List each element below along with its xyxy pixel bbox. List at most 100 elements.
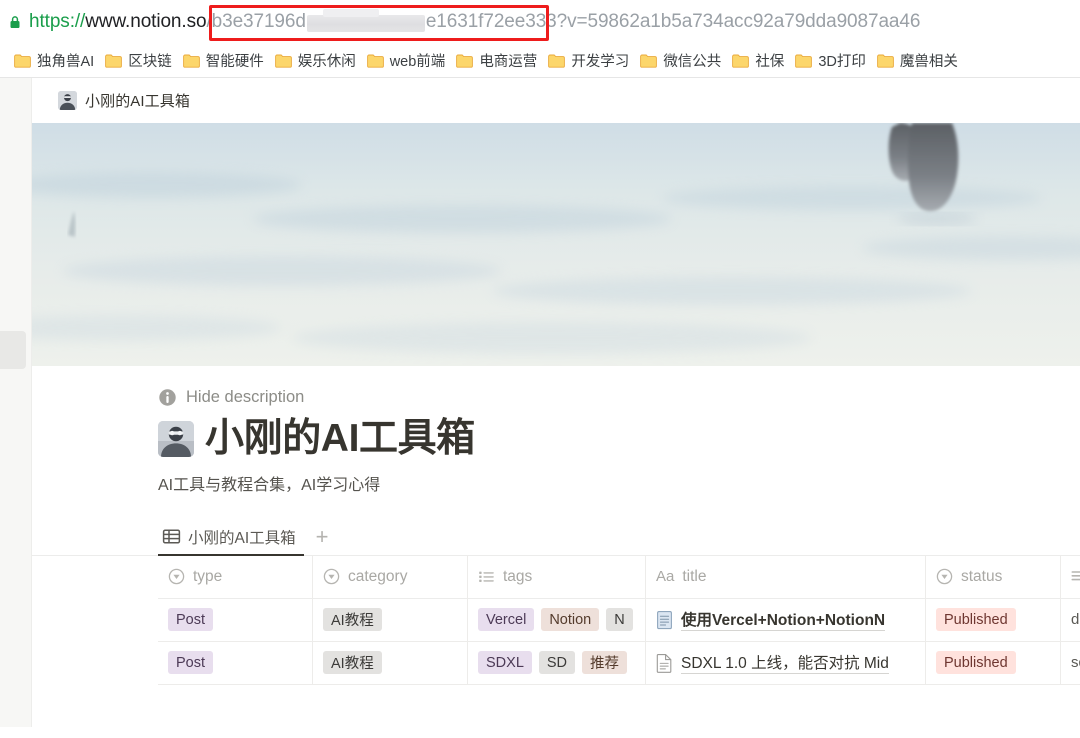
cell-status[interactable]: Published bbox=[926, 641, 1061, 684]
folder-icon bbox=[105, 54, 122, 68]
folder-icon bbox=[795, 54, 812, 68]
column-header-status[interactable]: status bbox=[926, 555, 1061, 598]
bookmarks-bar: 独角兽AI 区块链 智能硬件 娱乐休闲 web前端 电商运营 开发学习 微信公 bbox=[0, 44, 1080, 78]
column-header-label: title bbox=[682, 568, 706, 586]
tag-pill: SD bbox=[539, 651, 575, 674]
cell-tags[interactable]: Vercel Notion N bbox=[468, 598, 646, 641]
page-content-column: 小刚的AI工具箱 bbox=[32, 78, 1080, 727]
tag-pill: SDXL bbox=[478, 651, 532, 674]
bookmark-item[interactable]: 独角兽AI bbox=[10, 48, 101, 73]
column-header-label: status bbox=[961, 568, 1002, 586]
bookmark-label: 电商运营 bbox=[479, 50, 537, 71]
column-header-category[interactable]: category bbox=[313, 555, 468, 598]
collapsed-sidebar-rail[interactable] bbox=[0, 78, 32, 727]
bookmark-item[interactable]: 智能硬件 bbox=[179, 48, 271, 73]
url-redacted-segment bbox=[307, 15, 425, 32]
column-header-type[interactable]: type bbox=[158, 555, 313, 598]
bookmark-label: 区块链 bbox=[128, 50, 172, 71]
cell-tags[interactable]: SDXL SD 推荐 bbox=[468, 641, 646, 684]
table-header-row: type category bbox=[158, 556, 1080, 599]
url-query: ?v=59862a1b5a734acc92a79dda9087aa46 bbox=[557, 11, 921, 33]
bookmark-item[interactable]: web前端 bbox=[363, 48, 453, 73]
folder-icon bbox=[877, 54, 894, 68]
folder-icon bbox=[183, 54, 200, 68]
document-header: Hide description 小刚的AI工具箱 AI工具与教 bbox=[32, 366, 1080, 495]
row-last-text: diy bbox=[1071, 611, 1080, 628]
bookmark-label: web前端 bbox=[390, 50, 446, 71]
sidebar-expand-handle[interactable] bbox=[0, 331, 26, 369]
notion-page: 小刚的AI工具箱 bbox=[0, 78, 1080, 727]
info-icon bbox=[158, 388, 177, 407]
database-table: type category bbox=[32, 556, 1080, 685]
page-title[interactable]: 小刚的AI工具箱 bbox=[205, 418, 475, 461]
cell-status[interactable]: Published bbox=[926, 598, 1061, 641]
row-title-text[interactable]: SDXL 1.0 上线，能否对抗 Mid bbox=[681, 651, 889, 674]
tag-pill: 推荐 bbox=[582, 651, 627, 674]
bookmark-label: 3D打印 bbox=[818, 50, 866, 71]
page-cover-image[interactable] bbox=[32, 123, 1080, 366]
browser-chrome: https://www.notion.so/b3e37196de1631f72e… bbox=[0, 0, 1080, 78]
cover-illustration bbox=[32, 123, 1080, 366]
column-header-last[interactable] bbox=[1061, 555, 1080, 598]
url-path-end: e1631f72ee333 bbox=[426, 11, 557, 33]
table-row[interactable]: Post AI教程 Vercel Notion N bbox=[158, 599, 1080, 642]
column-header-label: category bbox=[348, 568, 407, 586]
folder-icon bbox=[367, 54, 384, 68]
page-avatar-icon[interactable] bbox=[158, 421, 194, 457]
cell-category[interactable]: AI教程 bbox=[313, 598, 468, 641]
cell-title[interactable]: SDXL 1.0 上线，能否对抗 Mid bbox=[646, 641, 926, 684]
url-scheme: https:// bbox=[29, 11, 85, 33]
bookmark-item[interactable]: 区块链 bbox=[101, 48, 179, 73]
cell-category[interactable]: AI教程 bbox=[313, 641, 468, 684]
select-icon bbox=[168, 568, 185, 585]
table-row[interactable]: Post AI教程 SDXL SD 推荐 bbox=[158, 642, 1080, 685]
folder-icon bbox=[732, 54, 749, 68]
add-view-button[interactable]: + bbox=[308, 526, 337, 548]
text-lines-icon bbox=[1071, 570, 1080, 584]
bookmark-item[interactable]: 娱乐休闲 bbox=[271, 48, 363, 73]
bookmark-item[interactable]: 电商运营 bbox=[452, 48, 544, 73]
bookmark-item[interactable]: 微信公共 bbox=[636, 48, 728, 73]
address-bar[interactable]: https://www.notion.so/b3e37196de1631f72e… bbox=[0, 0, 1080, 44]
hide-description-button[interactable]: Hide description bbox=[158, 388, 1080, 407]
cell-last[interactable]: sd bbox=[1061, 641, 1080, 684]
user-avatar-icon bbox=[58, 91, 77, 110]
cell-type[interactable]: Post bbox=[158, 641, 313, 684]
tag-pill: Post bbox=[168, 651, 213, 674]
select-icon bbox=[936, 568, 953, 585]
lock-icon bbox=[8, 15, 22, 29]
db-view-tab[interactable]: 小刚的AI工具箱 bbox=[158, 518, 304, 555]
bookmark-label: 独角兽AI bbox=[37, 50, 94, 71]
db-view-tab-label: 小刚的AI工具箱 bbox=[188, 526, 296, 548]
breadcrumb[interactable]: 小刚的AI工具箱 bbox=[52, 87, 196, 114]
status-badge: Published bbox=[936, 608, 1016, 631]
bookmark-label: 社保 bbox=[755, 50, 784, 71]
page-topbar: 小刚的AI工具箱 bbox=[32, 78, 1080, 123]
tag-pill: Notion bbox=[541, 608, 599, 631]
tag-pill: Post bbox=[168, 608, 213, 631]
bookmark-label: 娱乐休闲 bbox=[298, 50, 356, 71]
cell-last[interactable]: diy bbox=[1061, 598, 1080, 641]
row-last-text: sd bbox=[1071, 654, 1080, 671]
tag-pill: AI教程 bbox=[323, 651, 382, 674]
database-view-tabs: 小刚的AI工具箱 + bbox=[32, 519, 1080, 556]
page-description: AI工具与教程合集，AI学习心得 bbox=[158, 471, 1080, 495]
bookmark-item[interactable]: 魔兽相关 bbox=[873, 48, 965, 73]
title-aa-icon: Aa bbox=[656, 568, 674, 585]
bookmark-item[interactable]: 3D打印 bbox=[791, 48, 873, 73]
bookmark-item[interactable]: 开发学习 bbox=[544, 48, 636, 73]
bookmark-item[interactable]: 社保 bbox=[728, 48, 791, 73]
row-title-text[interactable]: 使用Vercel+Notion+NotionN bbox=[681, 608, 885, 631]
cell-type[interactable]: Post bbox=[158, 598, 313, 641]
url-text: https://www.notion.so/b3e37196de1631f72e… bbox=[29, 11, 920, 33]
blank-page-icon bbox=[656, 653, 673, 673]
column-header-label: type bbox=[193, 568, 222, 586]
column-header-tags[interactable]: tags bbox=[468, 555, 646, 598]
column-header-title[interactable]: Aa title bbox=[646, 555, 926, 598]
bookmark-label: 微信公共 bbox=[663, 50, 721, 71]
note-page-icon bbox=[656, 610, 673, 630]
hide-description-label: Hide description bbox=[186, 388, 304, 407]
cell-title[interactable]: 使用Vercel+Notion+NotionN bbox=[646, 598, 926, 641]
breadcrumb-title: 小刚的AI工具箱 bbox=[85, 90, 190, 111]
folder-icon bbox=[456, 54, 473, 68]
